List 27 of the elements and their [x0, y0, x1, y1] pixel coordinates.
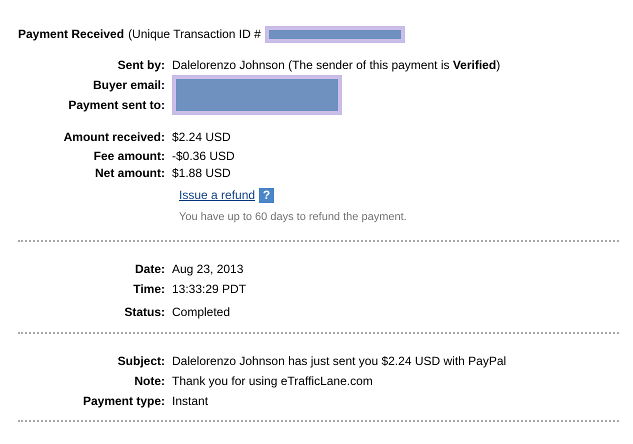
field-value: -$0.36 USD	[172, 148, 235, 164]
field-value: Thank you for using eTrafficLane.com	[172, 372, 373, 390]
field-label: Subject:	[116, 352, 166, 370]
field-label: Buyer email:	[92, 77, 165, 94]
field-value: Aug 23, 2013	[172, 260, 244, 278]
help-button[interactable]: ?	[259, 188, 274, 202]
field-label: Amount received:	[62, 129, 166, 146]
field-label: Fee amount:	[92, 148, 166, 164]
page-subtitle: (Unique Transaction ID #	[128, 26, 261, 43]
refund-note: You have up to 60 days to refund the payment.	[179, 210, 408, 225]
field-value: Instant	[172, 392, 208, 410]
refund-link[interactable]: Issue a refund	[179, 186, 256, 204]
field-label: Sent by:	[116, 57, 166, 74]
field-label: Status:	[123, 304, 166, 320]
page-title: Payment Received	[18, 26, 124, 43]
field-value: Completed	[172, 304, 230, 320]
field-value: Dalelorenzo Johnson (The sender of this payment is Verified)	[172, 57, 500, 74]
field-value: $1.88 USD	[172, 164, 231, 182]
field-label: Payment type:	[82, 392, 166, 410]
field-label: Time:	[132, 280, 166, 298]
field-label: Net amount:	[94, 164, 166, 182]
field-label: Note:	[133, 372, 166, 390]
field-value: $2.24 USD	[172, 129, 231, 146]
field-label: Date:	[134, 260, 166, 278]
field-value: Dalelorenzo Johnson has just sent you $2.24 USD with PayPal	[172, 352, 506, 370]
field-label: Payment sent to:	[68, 97, 165, 114]
field-value: 13:33:29 PDT	[172, 280, 246, 298]
